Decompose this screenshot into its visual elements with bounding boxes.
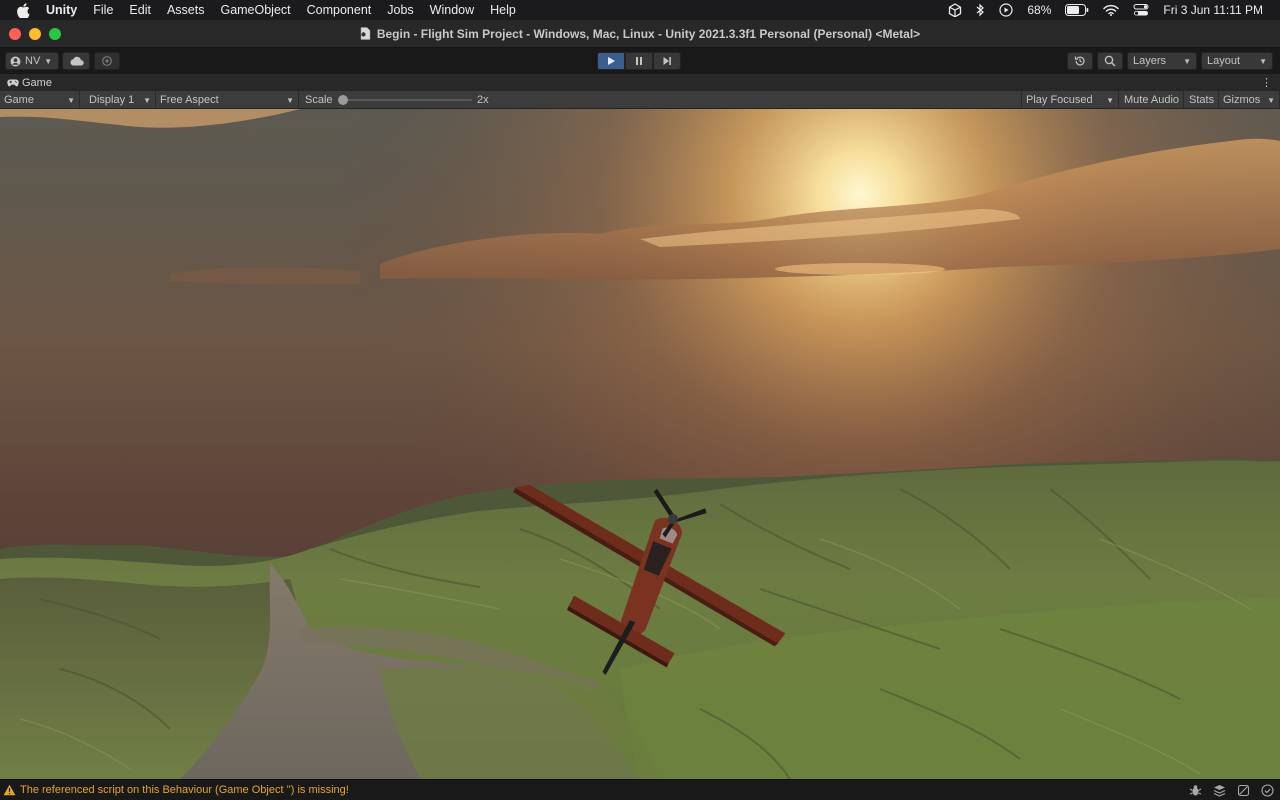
macos-menubar: Unity File Edit Assets GameObject Compon…	[0, 0, 1280, 20]
play-button[interactable]	[597, 52, 625, 70]
pause-icon	[636, 57, 642, 65]
battery-percent: 68%	[1027, 3, 1052, 17]
wifi-icon[interactable]	[1103, 4, 1120, 16]
layers-dropdown[interactable]: Layers ▼	[1127, 52, 1197, 70]
view-mode-label: Game	[4, 94, 34, 106]
game-viewport[interactable]	[0, 109, 1280, 779]
unity-toolbar: NV ▼ Layers ▼ Layout ▼	[0, 48, 1280, 74]
apple-icon	[16, 2, 29, 18]
menu-file[interactable]: File	[85, 0, 121, 20]
scale-label: Scale	[305, 94, 333, 106]
scale-value: 2x	[477, 94, 489, 106]
window-titlebar: Begin - Flight Sim Project - Windows, Ma…	[0, 20, 1280, 48]
game-view-controlbar: Game ▼ Display 1 ▼ Free Aspect ▼ Scale 2…	[0, 91, 1280, 109]
cloud-services-button[interactable]	[62, 52, 90, 70]
menu-app-unity[interactable]: Unity	[46, 0, 85, 20]
gizmos-dropdown[interactable]: Gizmos ▼	[1219, 91, 1280, 109]
stats-toggle[interactable]: Stats	[1185, 91, 1220, 109]
layout-dropdown[interactable]: Layout ▼	[1201, 52, 1273, 70]
gamepad-icon	[7, 79, 19, 86]
scale-slider-thumb[interactable]	[338, 95, 348, 105]
gizmos-label: Gizmos	[1223, 94, 1261, 106]
layout-label: Layout	[1207, 55, 1241, 67]
tab-game-label: Game	[22, 76, 52, 89]
status-icons	[1188, 783, 1274, 797]
play-icon	[608, 57, 615, 65]
apple-menu[interactable]	[0, 2, 46, 18]
document-icon	[360, 27, 371, 40]
chevron-down-icon: ▼	[143, 95, 151, 105]
collab-icon	[102, 56, 112, 66]
history-icon	[1074, 56, 1085, 66]
chevron-down-icon: ▼	[1106, 95, 1114, 105]
menubar-clock[interactable]: Fri 3 Jun 11:11 PM	[1163, 3, 1263, 17]
chevron-down-icon: ▼	[1267, 95, 1275, 105]
console-status-bar[interactable]: The referenced script on this Behaviour …	[0, 779, 1280, 800]
maximize-window-button[interactable]	[49, 28, 61, 40]
warning-icon	[3, 784, 16, 796]
no-network-icon[interactable]	[1236, 783, 1250, 797]
window-title: Begin - Flight Sim Project - Windows, Ma…	[360, 27, 920, 41]
cloud-icon	[70, 56, 84, 66]
chevron-down-icon: ▼	[44, 56, 53, 66]
menu-component[interactable]: Component	[299, 0, 380, 20]
account-label: NV	[25, 55, 41, 67]
control-center-icon[interactable]	[1133, 3, 1149, 17]
console-warning-message[interactable]: The referenced script on this Behaviour …	[0, 784, 349, 796]
tab-game[interactable]: Game	[0, 77, 52, 89]
menubar-status-area: 68% Fri 3 Jun 11:11 PM	[948, 3, 1280, 17]
bluetooth-icon[interactable]	[976, 3, 985, 17]
scale-slider-track[interactable]	[338, 99, 472, 101]
more-options-icon[interactable]: ⋮	[1261, 76, 1272, 89]
menu-help[interactable]: Help	[482, 0, 524, 20]
close-window-button[interactable]	[9, 28, 21, 40]
menu-assets[interactable]: Assets	[159, 0, 213, 20]
minimize-window-button[interactable]	[29, 28, 41, 40]
view-mode-dropdown[interactable]: Game ▼	[0, 91, 80, 109]
now-playing-icon[interactable]	[999, 3, 1013, 17]
chevron-down-icon: ▼	[1183, 56, 1191, 66]
battery-icon[interactable]	[1065, 4, 1089, 16]
play-mode-label: Play Focused	[1026, 94, 1093, 106]
search-icon	[1104, 55, 1116, 67]
mute-audio-toggle[interactable]: Mute Audio	[1120, 91, 1185, 109]
stack-layers-icon[interactable]	[1212, 783, 1226, 797]
account-dropdown[interactable]: NV ▼	[5, 52, 59, 70]
menu-edit[interactable]: Edit	[121, 0, 159, 20]
account-icon	[10, 56, 21, 66]
window-controls	[9, 28, 61, 40]
chevron-down-icon: ▼	[67, 95, 75, 105]
unity-hub-icon[interactable]	[948, 3, 962, 17]
aspect-label: Free Aspect	[160, 94, 219, 106]
debug-bug-icon[interactable]	[1188, 783, 1202, 797]
display-label: Display 1	[89, 94, 135, 106]
search-button[interactable]	[1097, 52, 1123, 70]
layers-label: Layers	[1133, 55, 1167, 67]
pause-button[interactable]	[625, 52, 653, 70]
game-tab-header: Game ⋮	[0, 74, 1280, 91]
play-mode-dropdown[interactable]: Play Focused ▼	[1021, 91, 1119, 109]
step-button[interactable]	[653, 52, 681, 70]
playmode-controls	[597, 52, 681, 70]
menu-window[interactable]: Window	[422, 0, 482, 20]
chevron-down-icon: ▼	[1259, 56, 1267, 66]
game-scene	[0, 109, 1280, 779]
window-title-text: Begin - Flight Sim Project - Windows, Ma…	[376, 26, 921, 41]
step-icon	[663, 57, 671, 65]
undo-history-button[interactable]	[1067, 52, 1093, 70]
display-dropdown[interactable]: Display 1 ▼	[85, 91, 156, 109]
chevron-down-icon: ▼	[286, 95, 294, 105]
check-circle-icon[interactable]	[1260, 783, 1274, 797]
collab-button[interactable]	[94, 52, 120, 70]
menu-gameobject[interactable]: GameObject	[212, 0, 298, 20]
menu-jobs[interactable]: Jobs	[379, 0, 421, 20]
aspect-dropdown[interactable]: Free Aspect ▼	[156, 91, 299, 109]
console-warning-text: The referenced script on this Behaviour …	[20, 784, 349, 796]
